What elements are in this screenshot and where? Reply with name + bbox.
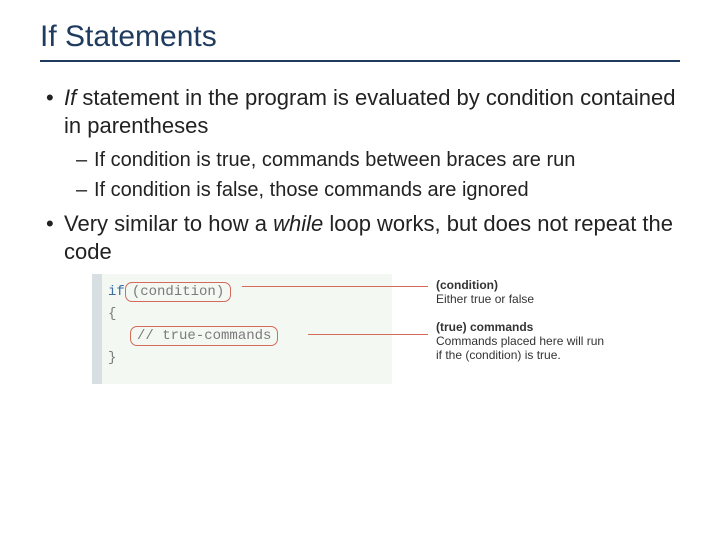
code-line-4: } [108, 350, 382, 366]
callouts: (condition) Either true or false (true) … [392, 274, 642, 384]
sub-bullet-1: – If condition is true, commands between… [76, 148, 680, 174]
condition-text: condition [140, 284, 216, 300]
bullet-1-rest: statement in the program is evaluated by… [64, 85, 676, 138]
code-line-1: if(condition) [108, 282, 382, 302]
dash-icon: – [76, 178, 94, 204]
bullet-dot-icon: • [46, 84, 64, 140]
code-line-2: { [108, 306, 382, 322]
sub-bullet-2-text: If condition is false, those commands ar… [94, 178, 680, 204]
dash-icon: – [76, 148, 94, 174]
code-snippet: if(condition) { // true-commands } [92, 274, 392, 384]
callout-condition-title: (condition) [436, 278, 642, 292]
code-line-3: // true-commands [130, 326, 382, 346]
callout-commands: (true) commands Commands placed here wil… [436, 320, 642, 362]
bullet-1-text: If statement in the program is evaluated… [64, 84, 680, 140]
bullet-list: • If statement in the program is evaluat… [40, 84, 680, 266]
bullet-2-text: Very similar to how a while loop works, … [64, 210, 680, 266]
slide: If Statements • If statement in the prog… [0, 0, 720, 384]
code-diagram: if(condition) { // true-commands } (cond… [92, 274, 680, 384]
bullet-dot-icon: • [46, 210, 64, 266]
keyword-if: if [108, 284, 125, 300]
bullet-2-pre: Very similar to how a [64, 211, 273, 236]
line-number-gutter [92, 274, 102, 384]
bullet-2-italic: while [273, 211, 323, 236]
connector-line-icon [308, 334, 428, 335]
callout-commands-title: (true) commands [436, 320, 642, 334]
connector-line-icon [242, 286, 428, 287]
callout-commands-body1: Commands placed here will run [436, 334, 642, 348]
callout-condition-body: Either true or false [436, 292, 642, 306]
callout-condition: (condition) Either true or false [436, 278, 642, 306]
commands-box: // true-commands [130, 326, 278, 346]
bullet-1: • If statement in the program is evaluat… [46, 84, 680, 140]
condition-box: (condition) [125, 282, 231, 302]
bullet-1-italic: If [64, 85, 76, 110]
sub-bullet-2: – If condition is false, those commands … [76, 178, 680, 204]
callout-commands-body2: if the (condition) is true. [436, 348, 642, 362]
slide-title: If Statements [40, 20, 680, 62]
bullet-2: • Very similar to how a while loop works… [46, 210, 680, 266]
sub-bullet-1-text: If condition is true, commands between b… [94, 148, 680, 174]
